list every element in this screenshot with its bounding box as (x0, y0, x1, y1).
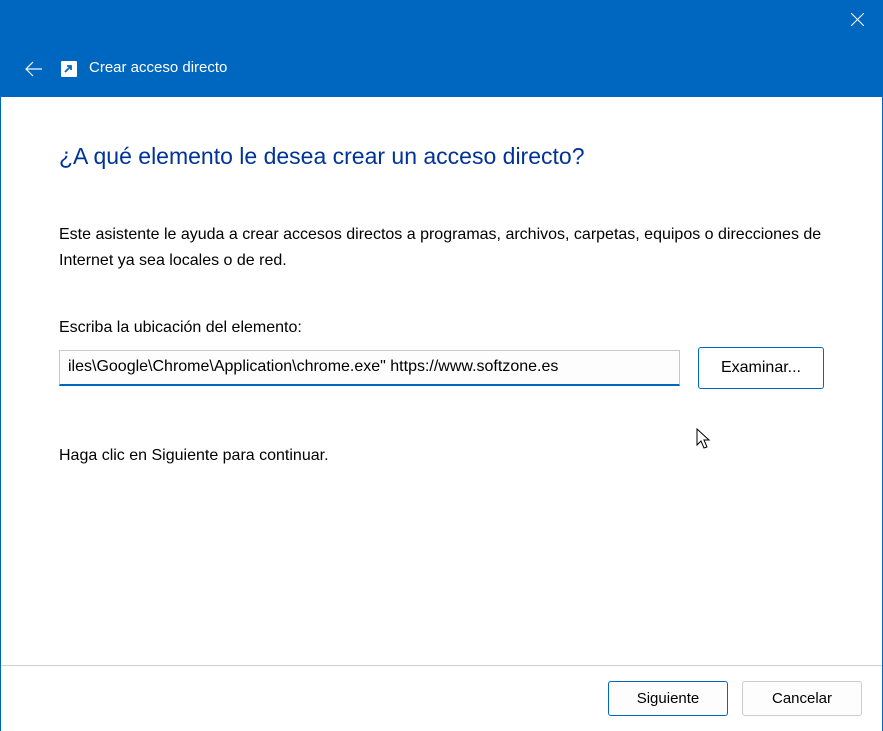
shortcut-icon (61, 61, 77, 77)
location-row: Examinar... (59, 347, 824, 389)
browse-button[interactable]: Examinar... (698, 347, 824, 389)
titlebar: Crear acceso directo (1, 1, 882, 97)
window-title: Crear acceso directo (89, 59, 227, 76)
close-icon (851, 13, 864, 26)
location-label: Escriba la ubicación del elemento: (59, 319, 824, 337)
wizard-content: ¿A qué elemento le desea crear un acceso… (1, 97, 882, 465)
wizard-footer: Siguiente Cancelar (1, 665, 882, 731)
wizard-description: Este asistente le ayuda a crear accesos … (59, 222, 824, 275)
next-button[interactable]: Siguiente (608, 681, 728, 716)
back-arrow-icon (24, 61, 42, 77)
location-input[interactable] (59, 350, 680, 386)
back-button[interactable] (21, 57, 45, 81)
close-button[interactable] (832, 1, 882, 37)
cancel-button[interactable]: Cancelar (742, 681, 862, 716)
page-heading: ¿A qué elemento le desea crear un acceso… (59, 143, 824, 170)
continue-instruction: Haga clic en Siguiente para continuar. (59, 447, 824, 465)
